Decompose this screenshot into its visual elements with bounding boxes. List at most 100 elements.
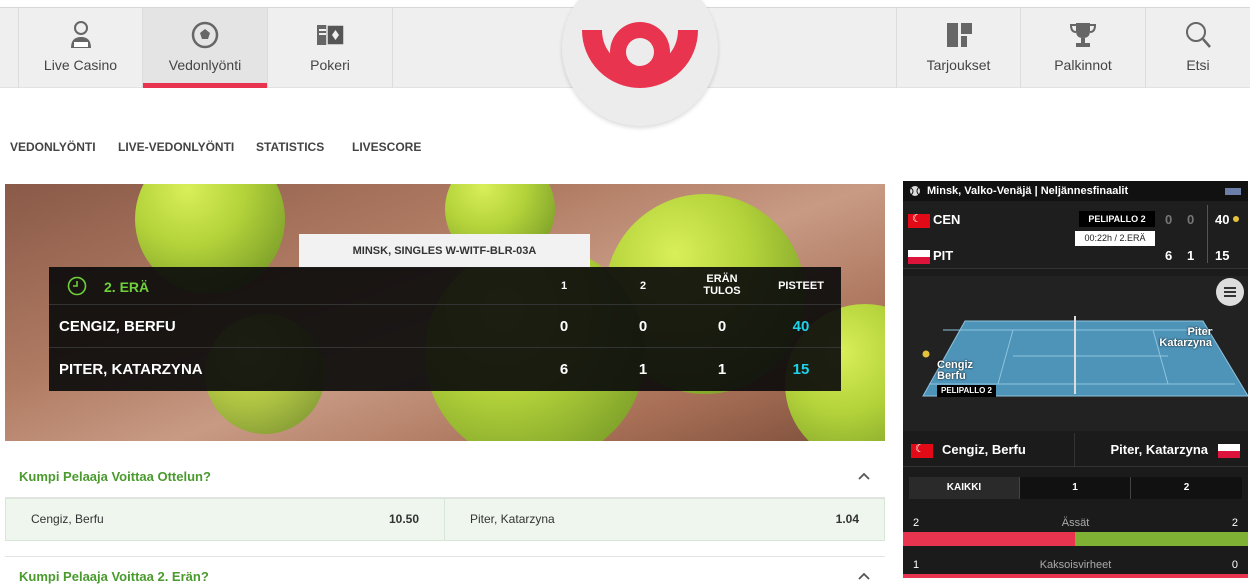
points-score: 40 — [1215, 212, 1230, 227]
subnav-statistics[interactable]: STATISTICS — [256, 140, 324, 154]
market-outcomes: Cengiz, Berfu 10.50 Piter, Katarzyna 1.0… — [5, 498, 885, 541]
court-right-player-second: Katarzyna — [1159, 337, 1212, 349]
court-left-player-second: Berfu — [937, 370, 966, 382]
set1-score: 0 — [559, 318, 569, 335]
games-score: 1 — [717, 361, 727, 378]
scoreboard-row: PITER, KATARZYNA 6 1 1 15 — [49, 348, 841, 391]
tab-set-2[interactable]: 2 — [1131, 477, 1242, 499]
points-score: 40 — [792, 318, 810, 335]
brand-logo-icon — [582, 22, 698, 88]
set1-score: 6 — [1165, 248, 1173, 263]
player-code: CEN — [933, 212, 961, 227]
scoreboard-header: 2. ERÄ 1 2 ERÄN TULOS PISTEET — [49, 267, 841, 305]
nav-label: Palkinnot — [1054, 57, 1112, 73]
col-header-set2: 2 — [639, 280, 647, 292]
outcome-button[interactable]: Cengiz, Berfu 10.50 — [6, 499, 445, 540]
nav-label: Vedonlyönti — [168, 57, 242, 73]
soccer-ball-icon — [191, 21, 219, 49]
name-divider — [1074, 433, 1075, 467]
points-score: 15 — [792, 361, 810, 378]
points-score: 15 — [1215, 248, 1230, 263]
scoreboard-row: CENGIZ, BERFU 0 0 0 40 — [49, 305, 841, 348]
outcome-odds: 10.50 — [388, 512, 419, 526]
dealer-icon — [70, 21, 91, 48]
widget-player-names: Cengiz, Berfu Piter, Katarzyna — [903, 433, 1248, 467]
score-divider — [1207, 205, 1208, 263]
outcome-button[interactable]: Piter, Katarzyna 1.04 — [445, 499, 884, 540]
court-menu-button[interactable] — [1216, 278, 1244, 306]
hamburger-icon — [1224, 287, 1236, 297]
tournament-label: MINSK, SINGLES W-WITF-BLR-03A — [299, 234, 590, 268]
set1-score: 0 — [1165, 212, 1173, 227]
outcome-odds: 1.04 — [835, 512, 859, 526]
nav-vedonlyonti[interactable]: Vedonlyönti — [143, 8, 268, 88]
court-left-player: Cengiz Berfu — [937, 360, 973, 382]
col-header-set1: 1 — [560, 280, 568, 292]
clock-icon — [67, 276, 87, 296]
market-title: Kumpi Pelaaja Voittaa Ottelun? — [19, 469, 211, 484]
outcome-name: Cengiz, Berfu — [31, 512, 104, 526]
set2-score: 1 — [1187, 248, 1195, 263]
scoreboard: 2. ERÄ 1 2 ERÄN TULOS PISTEET CENGIZ, BE… — [49, 267, 841, 391]
player-name: CENGIZ, BERFU — [59, 318, 176, 335]
stat-label: Ässät — [1061, 517, 1090, 529]
stat-label: Kaksoisvirheet — [1039, 559, 1112, 571]
serve-badge-number: 2 — [1140, 214, 1146, 224]
live-match-widget: Minsk, Valko-Venäjä | Neljännesfinaalit … — [903, 181, 1248, 578]
market-title: Kumpi Pelaaja Voittaa 2. Erän? — [19, 569, 209, 584]
outcome-name: Piter, Katarzyna — [470, 512, 555, 526]
nav-label: Etsi — [1186, 57, 1210, 73]
stat-right-value: 0 — [1231, 559, 1238, 571]
set2-score: 0 — [1187, 212, 1195, 227]
cards-icon — [317, 24, 345, 46]
set1-score: 6 — [559, 361, 569, 378]
serve-badge-label: PELIPALLO — [1088, 214, 1139, 224]
player-name: PITER, KATARZYNA — [59, 361, 203, 378]
widget-header: Minsk, Valko-Venäjä | Neljännesfinaalit — [903, 181, 1248, 201]
games-score: 0 — [717, 318, 727, 335]
nav-palkinnot[interactable]: Palkinnot — [1021, 8, 1146, 88]
brand-logo[interactable] — [562, 0, 718, 126]
stat-bar-right — [1075, 532, 1248, 546]
market-header[interactable]: Kumpi Pelaaja Voittaa Ottelun? — [5, 452, 885, 498]
subnav-live-vedonlyonti[interactable]: LIVE-VEDONLYÖNTI — [118, 140, 234, 154]
serve-indicator-icon — [1233, 216, 1239, 222]
set-label: 2. ERÄ — [104, 279, 150, 295]
tennis-court-graphic — [922, 316, 1248, 397]
widget-menu-icon[interactable] — [1225, 188, 1241, 195]
stat-bar-left — [903, 532, 1075, 546]
match-time: 00:22h / 2.ERÄ — [1075, 231, 1155, 246]
poland-flag-icon — [908, 250, 930, 264]
widget-title: Minsk, Valko-Venäjä | Neljännesfinaalit — [927, 185, 1129, 197]
stat-row-aces: 2 Ässät 2 — [903, 515, 1248, 546]
nav-pokeri[interactable]: Pokeri — [268, 8, 393, 88]
chevron-up-icon[interactable] — [857, 471, 871, 481]
set2-score: 0 — [638, 318, 648, 335]
nav-etsi[interactable]: Etsi — [1146, 8, 1250, 88]
nav-tarjoukset[interactable]: Tarjoukset — [896, 8, 1021, 88]
tennis-icon — [910, 186, 920, 196]
market-header[interactable]: Kumpi Pelaaja Voittaa 2. Erän? — [5, 556, 885, 586]
court-right-player: Piter Katarzyna — [1159, 327, 1212, 349]
nav-live-casino[interactable]: Live Casino — [18, 8, 143, 88]
stat-row-double-faults: 1 Kaksoisvirheet 0 — [903, 557, 1248, 578]
right-player-name: Piter, Katarzyna — [1110, 442, 1208, 457]
widget-scoreboard: CEN PIT PELIPALLO 2 00:22h / 2.ERÄ 0 0 4… — [903, 201, 1248, 269]
nav-label: Pokeri — [310, 57, 350, 73]
subnav-livescore[interactable]: LIVESCORE — [352, 140, 421, 154]
chevron-up-icon[interactable] — [857, 571, 871, 581]
serve-badge: PELIPALLO 2 — [1079, 211, 1155, 227]
stat-right-value: 2 — [1231, 517, 1238, 529]
stat-bar-left — [903, 574, 1248, 578]
set2-score: 1 — [638, 361, 648, 378]
nav-label: Tarjoukset — [926, 57, 991, 73]
col-header-games: ERÄN TULOS — [703, 273, 741, 297]
turkey-flag-icon — [911, 442, 933, 458]
time-value: 00:22h — [1084, 233, 1112, 243]
col-header-points: PISTEET — [778, 280, 824, 292]
left-player-name: Cengiz, Berfu — [942, 442, 1026, 457]
nav-label: Live Casino — [43, 57, 118, 73]
subnav-vedonlyonti[interactable]: VEDONLYÖNTI — [10, 140, 96, 154]
tab-kaikki[interactable]: KAIKKI — [909, 477, 1020, 499]
tab-set-1[interactable]: 1 — [1020, 477, 1131, 499]
